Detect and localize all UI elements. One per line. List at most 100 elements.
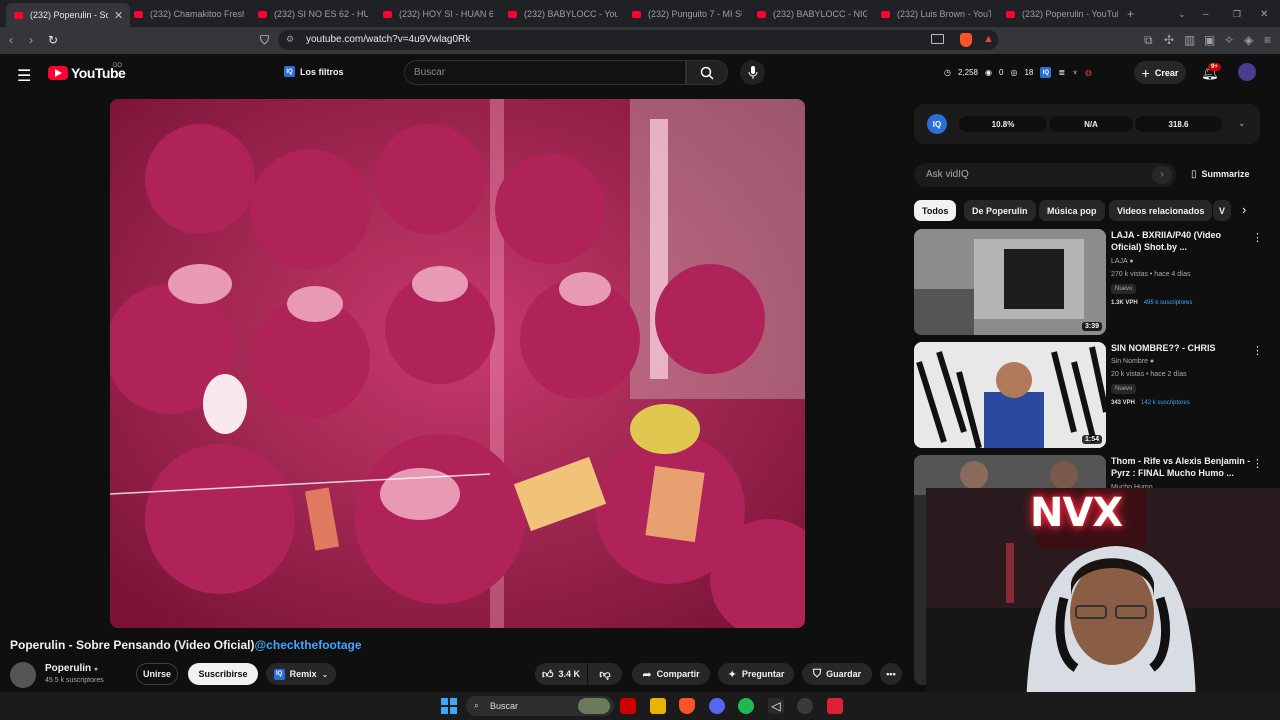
site-info-icon[interactable]: ⚙ xyxy=(286,34,294,45)
create-button[interactable]: + Crear xyxy=(1134,61,1186,84)
chevron-down-icon[interactable]: ⌄ xyxy=(1238,118,1246,129)
chip-todos[interactable]: Todos xyxy=(914,200,957,221)
verified-icon: ● xyxy=(1129,258,1134,265)
url-text[interactable]: youtube.com/watch?v=4u9Vwlag0Rk xyxy=(306,34,470,45)
obs-icon[interactable] xyxy=(797,698,813,714)
related-channel-text[interactable]: LAJA xyxy=(1111,258,1127,265)
more-vertical-icon[interactable]: ⋮ xyxy=(1252,457,1263,470)
leo-icon[interactable]: ✧ xyxy=(1224,33,1234,47)
user-avatar[interactable] xyxy=(1238,63,1256,81)
related-channel-text[interactable]: Sin Nombre xyxy=(1111,358,1148,365)
youtube-favicon-icon xyxy=(134,10,143,18)
youtube-app-icon[interactable] xyxy=(620,698,636,714)
sidebar-icon[interactable]: ▥ xyxy=(1184,33,1195,47)
youtube-favicon-icon xyxy=(1006,10,1015,18)
related-video-title[interactable]: SIN NOMBRE?? - CHRIS xyxy=(1111,342,1253,354)
search-input[interactable] xyxy=(404,60,686,85)
save-button[interactable]: ⛉ Guardar xyxy=(802,663,872,685)
forward-icon[interactable]: › xyxy=(29,33,33,47)
file-explorer-icon[interactable] xyxy=(650,698,666,714)
close-tab-icon[interactable]: ✕ xyxy=(114,9,123,22)
back-icon[interactable]: ‹ xyxy=(9,33,13,47)
chip-musica-pop[interactable]: Música pop xyxy=(1039,200,1105,221)
notification-count-badge: 9+ xyxy=(1208,63,1221,71)
trophy-icon[interactable]: ♆ xyxy=(1072,68,1078,77)
channel-avatar[interactable] xyxy=(10,662,36,688)
bookmark-icon[interactable]: ⛉ xyxy=(260,33,269,48)
chevron-right-icon[interactable]: › xyxy=(1242,202,1246,217)
send-arrow-icon[interactable]: › xyxy=(1152,166,1172,184)
youtube-logo-icon[interactable] xyxy=(48,66,68,80)
chip-more[interactable]: V xyxy=(1213,200,1231,221)
related-thumbnail[interactable]: 3:39 xyxy=(914,229,1106,335)
tab[interactable]: (232) Punguito 7 - MI SU xyxy=(632,4,742,24)
mention-link[interactable]: @checkthefootage xyxy=(254,638,361,652)
tab-label: (232) Chamakitoo Fresh xyxy=(150,9,244,19)
windows-start-icon[interactable] xyxy=(441,698,457,714)
like-button[interactable]: 👍︎ 3.4 K xyxy=(535,663,587,685)
maximize-icon[interactable]: ❐ xyxy=(1233,4,1241,24)
voice-search-button[interactable] xyxy=(740,60,765,85)
chip-related[interactable]: Videos relacionados xyxy=(1109,200,1213,221)
tab[interactable]: (232) Chamakitoo Fresh xyxy=(134,4,244,24)
list-icon[interactable]: ≣ xyxy=(1058,68,1065,77)
summarize-button[interactable]: ▯ Summarize xyxy=(1191,169,1250,180)
more-actions-button[interactable]: ••• xyxy=(880,663,902,685)
stat-views: 2,258 xyxy=(957,68,979,77)
vidiq-stat-percent[interactable]: 10.8% xyxy=(959,116,1047,132)
related-thumbnail[interactable]: 1:54 xyxy=(914,342,1106,448)
related-channel[interactable]: Sin Nombre ● xyxy=(1111,358,1154,365)
minimize-icon[interactable]: – xyxy=(1203,4,1209,24)
brave-browser-icon[interactable] xyxy=(679,698,695,714)
red-app-icon[interactable] xyxy=(827,698,843,714)
video-player[interactable] xyxy=(110,99,805,628)
vidiq-icon[interactable]: IQ xyxy=(1040,67,1052,78)
tab[interactable]: (232) HOY SI - HUAN 62 xyxy=(383,4,493,24)
menu-icon[interactable]: ≡ xyxy=(1264,33,1271,47)
ask-button[interactable]: ✦ Preguntar xyxy=(718,663,794,685)
filters-button[interactable]: IQ Los filtros xyxy=(284,66,344,77)
reload-icon[interactable]: ↻ xyxy=(48,33,58,47)
tab-active[interactable]: (232) Poperulin - Sob ✕ xyxy=(6,3,130,27)
rewards-icon[interactable]: ▲ xyxy=(983,33,994,45)
tab-label: (232) Punguito 7 - MI SU xyxy=(648,9,742,19)
search-button[interactable] xyxy=(686,60,728,85)
channel-name[interactable]: Poperulin ● xyxy=(45,663,98,674)
new-tab-icon[interactable]: + xyxy=(1127,4,1139,24)
vidiq-stat-score[interactable]: 318.6 xyxy=(1135,116,1222,132)
youtube-favicon-icon xyxy=(258,10,267,18)
dislike-button[interactable]: 👎︎ xyxy=(588,663,622,685)
chip-channel[interactable]: De Poperulin xyxy=(964,200,1036,221)
extensions-icon[interactable]: ⧉ xyxy=(1144,33,1153,48)
tab[interactable]: (232) BABYLOCC - YouTube xyxy=(508,4,618,24)
bookmark-icon: ⛉ xyxy=(812,667,822,680)
tab[interactable]: (232) BABYLOCC - NIGHT xyxy=(757,4,867,24)
join-button[interactable]: Unirse xyxy=(136,663,178,685)
spotify-icon[interactable] xyxy=(738,698,754,714)
window-close-icon[interactable]: ✕ xyxy=(1260,4,1268,24)
puzzle-icon[interactable]: ✣ xyxy=(1164,33,1174,47)
remix-button[interactable]: IQ Remix ⌄ xyxy=(266,663,336,685)
tab[interactable]: (232) Poperulin - YouTube xyxy=(1006,4,1118,24)
vpn-icon[interactable]: ◈ xyxy=(1244,33,1253,47)
vidiq-logo-icon[interactable]: IQ xyxy=(927,114,947,134)
discord-icon[interactable] xyxy=(709,698,725,714)
share-button[interactable]: ➦ Compartir xyxy=(632,663,710,685)
tab[interactable]: (232) SI NO ES 62 - HUAN xyxy=(258,4,368,24)
wallet-icon[interactable]: ▣ xyxy=(1204,33,1215,47)
vidiq-stat-na[interactable]: N/A xyxy=(1049,116,1133,132)
more-vertical-icon[interactable]: ⋮ xyxy=(1252,231,1263,244)
more-vertical-icon[interactable]: ⋮ xyxy=(1252,344,1263,357)
hamburger-menu-icon[interactable]: ☰ xyxy=(17,66,31,86)
subscribe-button[interactable]: Suscribirse xyxy=(188,663,258,685)
brave-shield-icon[interactable] xyxy=(960,33,972,47)
capcut-icon[interactable]: ◁ xyxy=(768,698,784,714)
related-video-title[interactable]: Thom - Rife vs Alexis Benjamin - Pyrz : … xyxy=(1111,455,1253,479)
related-channel[interactable]: LAJA ● xyxy=(1111,258,1134,265)
tab-search-icon[interactable]: ⌄ xyxy=(1178,4,1186,24)
cast-icon[interactable] xyxy=(931,34,944,44)
tab[interactable]: (232) Luis Brown - YouTu xyxy=(881,4,991,24)
alert-icon[interactable]: ◍ xyxy=(1085,68,1092,77)
related-video-title[interactable]: LAJA - BXRIIA/P40 (Video Oficial) Shot.b… xyxy=(1111,229,1253,253)
channel-name-text[interactable]: Poperulin xyxy=(45,663,91,674)
